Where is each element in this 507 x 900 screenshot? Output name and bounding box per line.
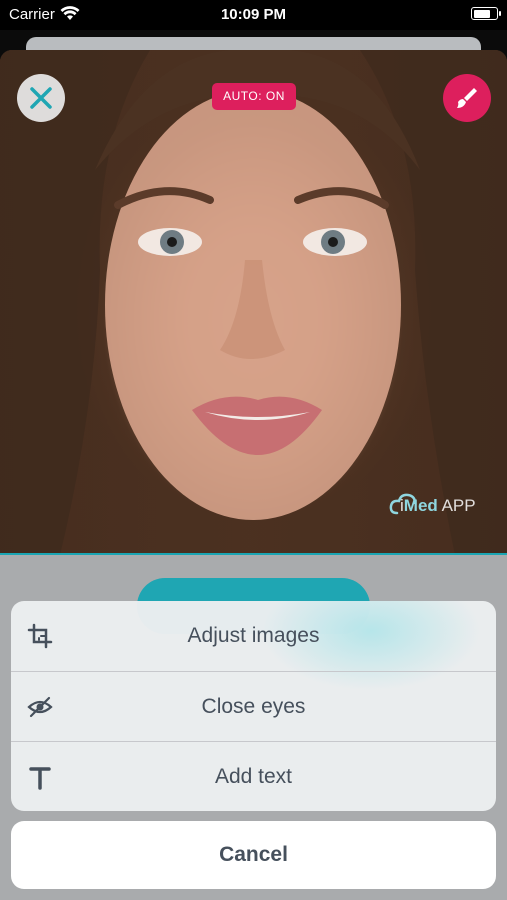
action-sheet: Adjust images Close eyes Add text [11, 601, 496, 811]
close-icon [30, 87, 52, 109]
action-label: Close eyes [201, 695, 306, 718]
clock: 10:09 PM [220, 6, 287, 23]
status-bar: Carrier 10:09 PM [0, 0, 507, 30]
cancel-button[interactable]: Cancel [11, 821, 496, 889]
brush-button[interactable] [443, 74, 491, 122]
watermark-suffix: APP [437, 496, 476, 515]
battery-level [473, 9, 491, 18]
action-close-eyes[interactable]: Close eyes [11, 671, 496, 741]
watermark-text: iMed APP [400, 496, 476, 516]
action-label: Add text [214, 765, 293, 788]
action-add-text[interactable]: Add text [11, 741, 496, 811]
close-button[interactable] [17, 74, 65, 122]
photo-viewer[interactable] [0, 50, 507, 555]
battery-icon [471, 7, 501, 20]
portrait-photo [0, 50, 507, 553]
auto-mode-badge[interactable]: AUTO: ON [212, 83, 296, 110]
cancel-label: Cancel [219, 843, 288, 866]
action-label: Adjust images [187, 624, 320, 647]
action-adjust-images[interactable]: Adjust images [11, 601, 496, 671]
watermark-brand: Med [403, 496, 438, 515]
brush-icon [457, 88, 477, 108]
